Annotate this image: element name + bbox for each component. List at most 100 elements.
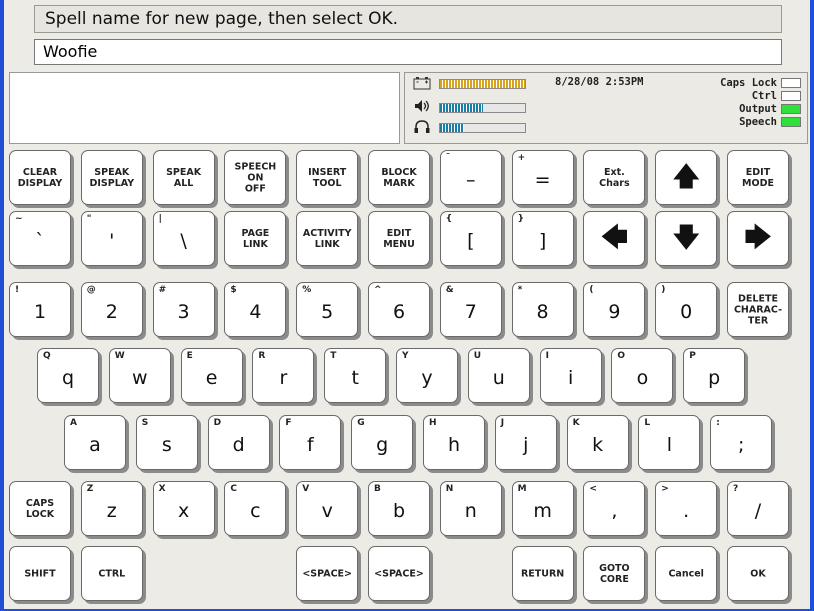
clear-display-key[interactable]: CLEAR DISPLAY [9,150,71,205]
key-shift-char: ) [661,285,666,295]
key-f[interactable]: Ff [279,415,342,470]
key-u[interactable]: Uu [467,348,530,403]
edit-menu-key[interactable]: EDIT MENU [368,211,430,266]
speech-label: Speech [739,116,777,128]
right-arrow-key[interactable]: 🡆 [727,211,789,266]
key-shift-char: I [545,351,549,361]
left-bracket-key[interactable]: {[ [439,211,502,266]
speak-all-key[interactable]: SPEAK ALL [152,150,215,205]
left-arrow-key[interactable]: 🡄 [583,211,646,266]
key-s[interactable]: Ss [135,415,198,470]
key-shift-char: ¯ [445,153,451,163]
quote-key[interactable]: " ' [80,211,143,266]
key-7[interactable]: & 7 [439,282,502,337]
delete-character-key[interactable]: DELETE CHARAC- TER [727,282,789,337]
key-5[interactable]: % 5 [296,282,359,337]
ext-chars-key[interactable]: Ext. Chars [583,150,646,205]
key-j[interactable]: Jj [494,415,557,470]
comma-key[interactable]: <, [583,481,646,536]
key-g[interactable]: Gg [351,415,414,470]
key-9[interactable]: (9 [583,282,646,337]
edit-mode-key[interactable]: EDIT MODE [727,150,789,205]
key-a[interactable]: Aa [64,415,126,470]
space-key-2[interactable]: <SPACE> [368,546,430,601]
key-8[interactable]: * 8 [511,282,574,337]
left-arrow-icon: 🡄 [600,223,628,253]
ok-key[interactable]: OK [727,546,789,601]
key-label: SPEAK DISPLAY [89,166,135,189]
key-l[interactable]: Ll [638,415,701,470]
page-link-key[interactable]: PAGE LINK [224,211,287,266]
key-label: CTRL [98,568,126,579]
key-char: z [106,500,117,522]
key-d[interactable]: Dd [207,415,270,470]
space-key-1[interactable]: <SPACE> [296,546,359,601]
key-shift-char: P [689,351,696,361]
key-shift-char: X [158,484,166,494]
key-char: v [321,500,333,522]
key-1[interactable]: ! 1 [9,282,71,337]
key-z[interactable]: Zz [80,481,143,536]
key-3[interactable]: #3 [152,282,215,337]
key-b[interactable]: Bb [368,481,430,536]
key-m[interactable]: Mm [511,481,574,536]
key-char: ; [737,434,745,456]
return-key[interactable]: RETURN [511,546,574,601]
key-p[interactable]: Pp [683,348,746,403]
equals-key[interactable]: + = [511,150,574,205]
grave-key[interactable]: ~ ` [9,211,71,266]
up-arrow-key[interactable]: 🡅 [655,150,718,205]
key-6[interactable]: ^ 6 [368,282,430,337]
key-char: s [161,434,172,456]
key-x[interactable]: Xx [152,481,215,536]
key-4[interactable]: $4 [224,282,287,337]
key-q[interactable]: Qq [37,348,99,403]
speak-display-key[interactable]: SPEAK DISPLAY [80,150,143,205]
key-e[interactable]: Ee [180,348,243,403]
caps-lock-label: Caps Lock [720,77,777,89]
minus-key[interactable]: ¯ – [439,150,502,205]
key-label: CLEAR DISPLAY [17,166,63,189]
key-2[interactable]: @2 [80,282,143,337]
right-bracket-key[interactable]: }] [511,211,574,266]
goto-core-key[interactable]: GOTO CORE [583,546,646,601]
key-t[interactable]: Tt [324,348,387,403]
key-i[interactable]: Ii [539,348,602,403]
block-mark-key[interactable]: BLOCK MARK [368,150,430,205]
backslash-key[interactable]: | \ [152,211,215,266]
caps-lock-key[interactable]: CAPS LOCK [9,481,71,536]
insert-tool-key[interactable]: INSERT TOOL [296,150,359,205]
semicolon-key[interactable]: :; [710,415,773,470]
speaker-icon [415,100,429,112]
key-label: <SPACE> [302,568,353,579]
slash-key[interactable]: ? / [727,481,789,536]
speech-on-off-key[interactable]: SPEECH ON OFF [224,150,287,205]
key-char: x [177,500,190,522]
shift-key[interactable]: SHIFT [9,546,71,601]
key-n[interactable]: Nn [439,481,502,536]
key-char: 6 [392,301,406,323]
key-v[interactable]: Vv [296,481,359,536]
key-char: u [492,367,505,389]
key-shift-char: * [517,285,523,295]
cancel-key[interactable]: Cancel [655,546,718,601]
key-o[interactable]: Oo [611,348,674,403]
page-name-input[interactable]: Woofie [34,39,782,65]
key-label: OK [750,568,766,579]
activity-link-key[interactable]: ACTIVITY LINK [296,211,359,266]
key-char: , [611,500,618,522]
key-h[interactable]: Hh [423,415,485,470]
key-r[interactable]: Rr [252,348,315,403]
key-c[interactable]: Cc [224,481,287,536]
period-key[interactable]: >. [655,481,718,536]
key-k[interactable]: Kk [566,415,629,470]
key-w[interactable]: Ww [108,348,171,403]
down-arrow-key[interactable]: 🡇 [655,211,718,266]
ctrl-key[interactable]: CTRL [80,546,143,601]
key-0[interactable]: ) 0 [655,282,718,337]
key-shift-char: @ [86,285,96,295]
key-shift-char: ~ [15,214,23,224]
key-shift-char: | [158,214,162,224]
key-y[interactable]: Yy [396,348,458,403]
key-shift-char: " [86,214,92,224]
